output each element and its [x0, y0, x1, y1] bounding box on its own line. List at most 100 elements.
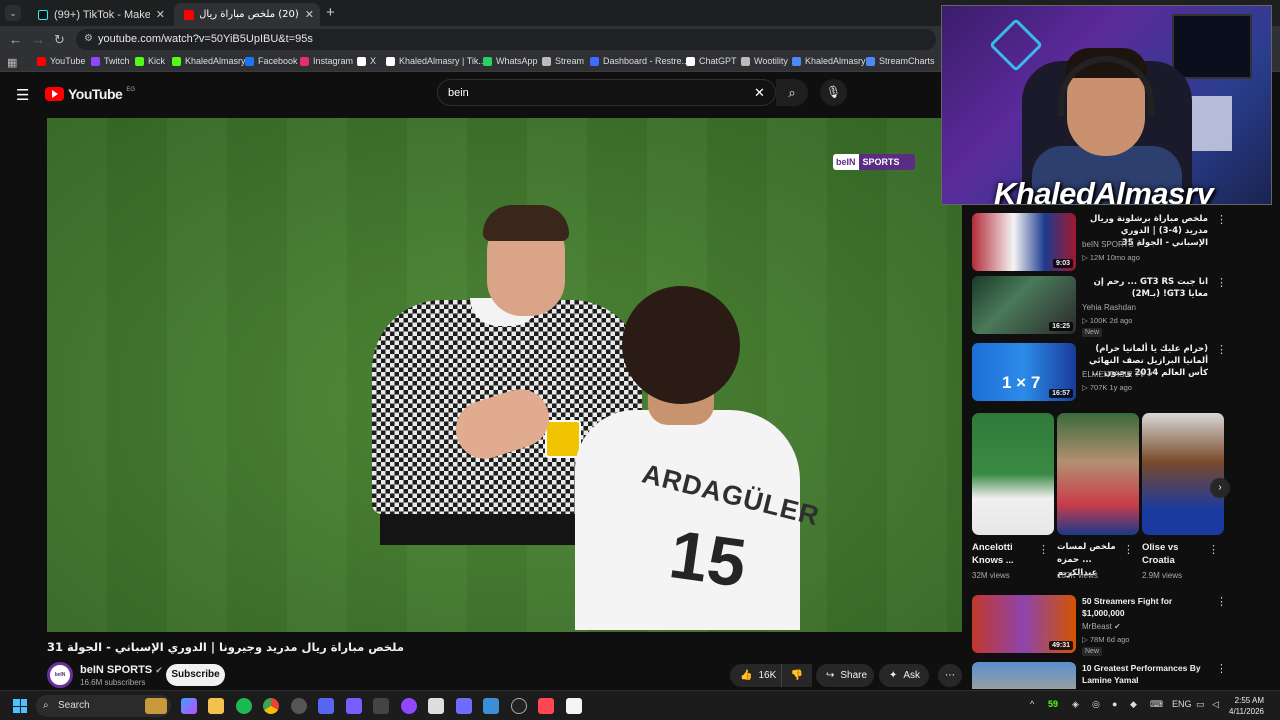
bookmark-item[interactable]: YouTube — [37, 56, 85, 66]
video-player[interactable]: beIN SPORTS ARDAGÜLER 15 — [47, 118, 962, 632]
widget-icon[interactable] — [145, 698, 167, 714]
back-icon[interactable]: ← — [9, 32, 22, 47]
bookmark-item[interactable]: KhaledAlmasry | Tik... — [386, 56, 486, 66]
more-dots-icon[interactable]: ⋮ — [1216, 213, 1227, 226]
reload-icon[interactable]: ↻ — [54, 32, 65, 48]
apps-icon[interactable] — [346, 698, 362, 714]
language-indicator[interactable]: ENG — [1172, 699, 1192, 709]
channel-text: ELMENTASIR TV — [1082, 370, 1145, 379]
network-icon[interactable]: ▭ — [1196, 699, 1205, 710]
url-text[interactable]: youtube.com/watch?v=50YiB5UpIBU&t=95s — [98, 33, 313, 45]
bookmark-item[interactable]: Facebook — [245, 56, 298, 66]
bookmark-label: X — [370, 56, 377, 66]
app-icon[interactable] — [373, 698, 389, 714]
copilot-icon[interactable] — [181, 698, 197, 714]
recommended-video[interactable]: 9:03 ملخص مباراة برشلونة وريال مدريد (4-… — [972, 213, 1227, 273]
omnibox[interactable]: ⚙ youtube.com/watch?v=50YiB5UpIBU&t=95s — [76, 29, 936, 50]
clear-search-icon[interactable]: ✕ — [754, 85, 765, 101]
tray-app-icon[interactable]: ◆ — [1130, 699, 1137, 710]
tab-search-icon[interactable]: ⌄ — [5, 5, 21, 21]
bookmark-item[interactable]: Twitch — [91, 56, 130, 66]
obs-icon[interactable] — [401, 698, 417, 714]
keyboard-icon[interactable]: ⌨ — [1150, 699, 1163, 710]
gamepad-icon[interactable] — [456, 698, 472, 714]
notes-icon[interactable] — [428, 698, 444, 714]
new-tab-button[interactable]: + — [326, 4, 335, 21]
short-thumbnail[interactable] — [1142, 413, 1224, 535]
close-tab-icon[interactable]: ✕ — [156, 8, 165, 21]
short-title[interactable]: Olise vs Croatia — [1142, 541, 1197, 567]
volume-icon[interactable]: ◁ — [1212, 699, 1219, 710]
youtube-logo[interactable]: YouTube EG — [45, 86, 135, 102]
spotify-icon[interactable] — [236, 698, 252, 714]
site-info-icon[interactable]: ⚙ — [84, 33, 93, 44]
channel-avatar[interactable]: beIN SPORTS — [47, 662, 73, 698]
more-dots-icon[interactable]: ⋮ — [1216, 595, 1227, 608]
bookmark-item[interactable]: KhaledAlmasry — [172, 56, 246, 66]
webcam-overlay: KhaledAlmasry — [941, 5, 1272, 205]
bookmark-item[interactable]: Instagram — [300, 56, 353, 66]
more-dots-icon[interactable]: ⋮ — [1216, 276, 1227, 289]
tray-app-icon[interactable]: ◎ — [1092, 699, 1100, 710]
clock[interactable]: 2:55 AM 4/11/2026 — [1229, 695, 1264, 717]
more-actions-button[interactable]: ⋯ — [938, 664, 962, 687]
tray-app-icon[interactable]: ◈ — [1072, 699, 1079, 710]
recommended-video[interactable]: 10 Greatest Performances By Lamine Yamal… — [972, 662, 1222, 689]
chevron-up-icon[interactable]: ^ — [1030, 699, 1034, 709]
bookmark-item[interactable]: KhaledAlmasry — [792, 56, 866, 66]
recommended-meta: ▷ 12M 10mo ago — [1082, 253, 1140, 262]
steam-icon[interactable] — [291, 698, 307, 714]
subscribe-button[interactable]: Subscribe — [166, 664, 225, 686]
tab-tiktok[interactable]: (99+) TikTok - Make Your Day ✕ — [28, 3, 171, 26]
menu-icon[interactable]: ☰ — [16, 86, 29, 104]
bookmark-item[interactable]: ChatGPT — [686, 56, 737, 66]
voice-search-button[interactable]: 🎙 — [820, 79, 847, 106]
search-input[interactable]: bein ✕ — [437, 79, 776, 106]
bookmark-item[interactable]: Stream — [542, 56, 584, 66]
recommended-video[interactable]: 49:31 50 Streamers Fight for $1,000,000 … — [972, 595, 1227, 657]
short-title[interactable]: Ancelotti Knows ... — [972, 541, 1042, 567]
bookmark-item[interactable]: WhatsApp — [483, 56, 538, 66]
chevron-right-icon[interactable]: › — [1210, 478, 1230, 498]
chrome-icon[interactable] — [263, 698, 279, 714]
tray-badge[interactable]: 59 — [1048, 699, 1058, 709]
channel-name[interactable]: beIN SPORTS ✔ — [80, 664, 163, 676]
recommended-video[interactable]: 16:25 انا جبت GT3 RS ... رحم إن معايا GT… — [972, 276, 1227, 338]
more-dots-icon[interactable]: ⋮ — [1216, 343, 1227, 356]
ask-button[interactable]: ✦ Ask — [879, 664, 929, 687]
short-thumbnail[interactable] — [1057, 413, 1139, 535]
document-icon[interactable] — [566, 698, 582, 714]
app-icon[interactable] — [511, 698, 527, 714]
app-icon[interactable] — [483, 698, 499, 714]
bookmark-item[interactable]: Wootility — [741, 56, 788, 66]
file-explorer-icon[interactable] — [208, 698, 224, 714]
tab-youtube-active[interactable]: (20) ملخص مباراة ريال مدريد و ✕ — [174, 3, 320, 26]
bookmark-label: Wootility — [754, 56, 788, 66]
close-tab-icon[interactable]: ✕ — [305, 8, 314, 21]
search-button[interactable]: ⌕ — [776, 79, 808, 106]
more-dots-icon[interactable]: ⋮ — [1038, 543, 1049, 556]
recommended-video[interactable]: 1 × 7 16:57 (حرام عليك يا ألمانيا حرام) أ… — [972, 343, 1227, 405]
share-button[interactable]: ↪ Share — [816, 664, 874, 687]
bookmark-label: WhatsApp — [496, 56, 538, 66]
short-thumbnail[interactable] — [972, 413, 1054, 535]
more-dots-icon[interactable]: ⋮ — [1216, 662, 1222, 675]
dislike-button[interactable]: 👎 — [781, 664, 812, 687]
discord-tray-icon[interactable]: ● — [1112, 699, 1117, 709]
bookmark-icon — [357, 56, 366, 66]
apps-grid-icon[interactable]: ▦ — [7, 56, 17, 69]
search-query[interactable]: bein — [448, 87, 469, 99]
bookmark-item[interactable]: Kick — [135, 56, 165, 66]
bookmark-item[interactable]: X — [357, 56, 376, 66]
valorant-icon[interactable] — [538, 698, 554, 714]
forward-icon[interactable]: → — [32, 32, 45, 47]
bookmark-item[interactable]: Dashboard - Restre... — [590, 56, 689, 66]
more-dots-icon[interactable]: ⋮ — [1123, 543, 1134, 556]
windows-start-icon[interactable] — [13, 699, 27, 713]
share-label: Share — [840, 670, 868, 681]
more-dots-icon[interactable]: ⋮ — [1208, 543, 1219, 556]
watermark-part1: beIN — [833, 154, 859, 170]
discord-icon[interactable] — [318, 698, 334, 714]
bookmark-item[interactable]: StreamCharts — [866, 56, 935, 66]
bookmark-label: Stream — [555, 56, 585, 66]
